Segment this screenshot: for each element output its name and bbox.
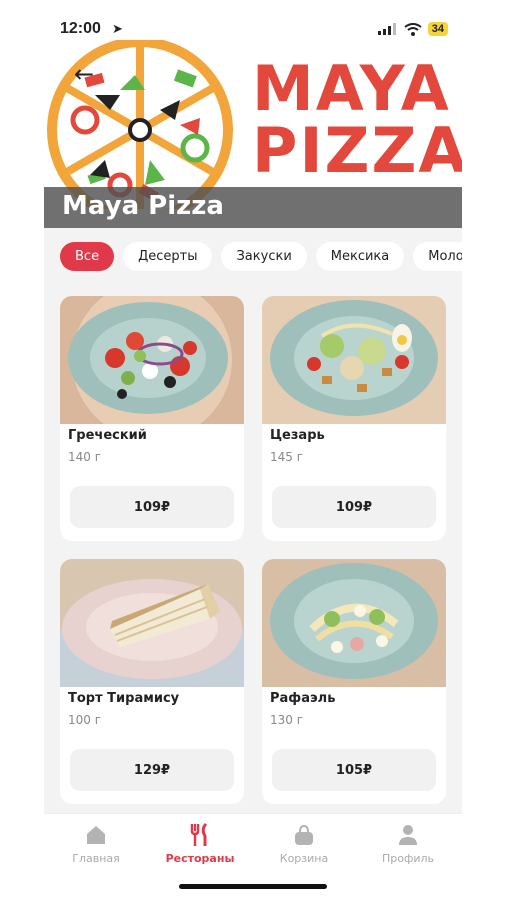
chip-dairy[interactable]: Молочн	[413, 241, 462, 271]
fork-knife-icon	[190, 823, 208, 846]
product-weight: 130 г	[270, 713, 304, 727]
caesar-salad-image	[262, 296, 446, 424]
home-icon	[87, 826, 105, 844]
tiramisu-cake-image	[60, 559, 244, 687]
restaurant-title: Maya Pizza	[62, 191, 224, 221]
tab-label: Рестораны	[165, 852, 235, 865]
chip-desserts[interactable]: Десерты	[123, 241, 213, 271]
bottom-tab-bar: Главная Рестораны Корзина Профиль	[44, 813, 462, 900]
tab-restaurants[interactable]: Рестораны	[148, 822, 252, 865]
profile-icon	[399, 825, 417, 845]
back-button[interactable]: ←	[68, 60, 100, 88]
price-button[interactable]: 129₽	[70, 749, 234, 791]
product-name: Рафаэль	[270, 691, 336, 706]
greek-salad-image	[60, 296, 244, 440]
location-arrow-icon: ➤	[112, 22, 123, 37]
logo-wordmark: MAYA PIZZA	[252, 58, 462, 182]
tab-label: Главная	[72, 852, 120, 865]
product-card[interactable]: Торт Тирамису 100 г 129₽	[60, 559, 244, 804]
product-card[interactable]: Греческий 140 г 109₽	[60, 296, 244, 541]
chip-snacks[interactable]: Закуски	[221, 241, 307, 271]
product-weight: 100 г	[68, 713, 102, 727]
rafael-salad-image	[262, 559, 446, 687]
screen: 12:00 ➤ 34 MAYA PIZZA ← Maya Pizza Все Д…	[44, 0, 462, 900]
price-button[interactable]: 109₽	[70, 486, 234, 528]
product-weight: 140 г	[68, 450, 102, 464]
product-name: Торт Тирамису	[68, 691, 180, 706]
title-bar: Maya Pizza	[44, 187, 462, 228]
chip-mexico[interactable]: Мексика	[315, 241, 405, 271]
product-name: Греческий	[68, 428, 147, 443]
status-time: 12:00	[60, 20, 101, 37]
chip-all[interactable]: Все	[60, 241, 115, 271]
product-weight: 145 г	[270, 450, 304, 464]
wifi-icon	[404, 22, 422, 36]
tab-label: Профиль	[381, 852, 435, 865]
tab-label: Корзина	[279, 852, 329, 865]
tab-profile[interactable]: Профиль	[356, 822, 460, 865]
home-indicator	[179, 884, 327, 889]
price-button[interactable]: 109₽	[272, 486, 436, 528]
product-card[interactable]: Цезарь 145 г 109₽	[262, 296, 446, 541]
logo-line-1: MAYA	[252, 52, 451, 125]
tab-home[interactable]: Главная	[44, 822, 148, 865]
price-button[interactable]: 105₽	[272, 749, 436, 791]
logo-line-2: PIZZA	[252, 114, 462, 187]
product-card[interactable]: Рафаэль 130 г 105₽	[262, 559, 446, 804]
product-name: Цезарь	[270, 428, 325, 443]
category-chips: Все Десерты Закуски Мексика Молочн	[44, 232, 462, 280]
product-grid: Греческий 140 г 109₽ Цезарь 145 г 109₽ Т…	[60, 296, 448, 804]
battery-indicator: 34	[427, 22, 448, 36]
status-bar: 12:00 ➤ 34	[44, 0, 462, 40]
tab-basket[interactable]: Корзина	[252, 822, 356, 865]
basket-icon	[295, 824, 313, 845]
signal-icon	[377, 23, 396, 35]
arrow-left-icon: ←	[73, 60, 95, 88]
